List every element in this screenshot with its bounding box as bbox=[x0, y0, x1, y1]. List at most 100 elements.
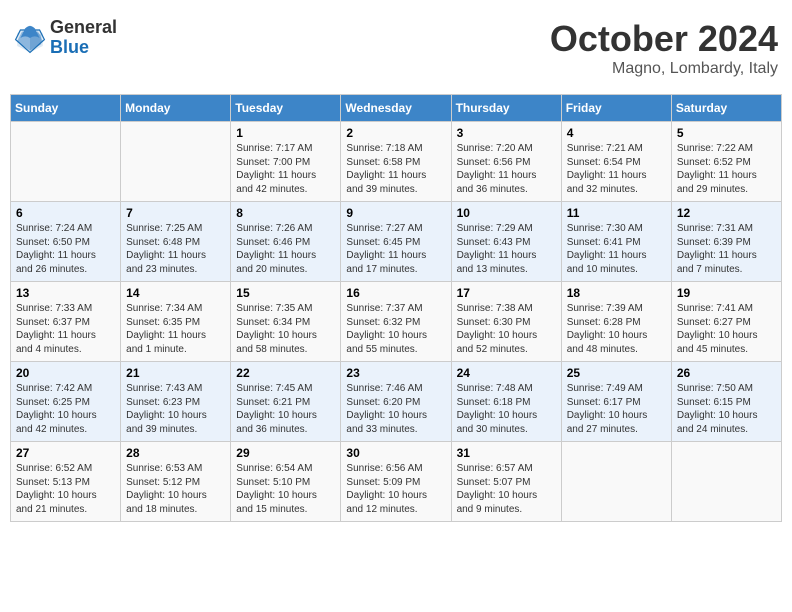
calendar-cell: 9Sunrise: 7:27 AMSunset: 6:45 PMDaylight… bbox=[341, 202, 451, 282]
day-number: 6 bbox=[16, 206, 115, 220]
day-header-thursday: Thursday bbox=[451, 95, 561, 122]
calendar-week-4: 20 Sunrise: 7:42 AMSunset: 6:25 PMDayligh… bbox=[11, 362, 782, 442]
day-number: 21 bbox=[126, 366, 225, 380]
day-header-wednesday: Wednesday bbox=[341, 95, 451, 122]
logo-blue: Blue bbox=[50, 38, 117, 58]
day-info: Sunrise: 7:50 AMSunset: 6:15 PMDaylight:… bbox=[677, 382, 776, 436]
day-header-sunday: Sunday bbox=[11, 95, 121, 122]
month-title: October 2024 bbox=[550, 18, 778, 60]
calendar-cell: 23 Sunrise: 7:46 AMSunset: 6:20 PMDayligh… bbox=[341, 362, 451, 442]
day-info: Sunrise: 7:20 AMSunset: 6:56 PMDaylight:… bbox=[457, 142, 556, 196]
calendar-cell: 30 Sunrise: 6:56 AMSunset: 5:09 PMDayligh… bbox=[341, 442, 451, 522]
day-number: 16 bbox=[346, 286, 445, 300]
day-info: Sunrise: 7:34 AMSunset: 6:35 PMDaylight:… bbox=[126, 302, 225, 356]
day-number: 27 bbox=[16, 446, 115, 460]
day-info: Sunrise: 7:39 AMSunset: 6:28 PMDaylight:… bbox=[567, 302, 666, 356]
calendar-cell: 24Sunrise: 7:48 AMSunset: 6:18 PMDayligh… bbox=[451, 362, 561, 442]
calendar-cell: 8Sunrise: 7:26 AMSunset: 6:46 PMDaylight… bbox=[231, 202, 341, 282]
day-number: 1 bbox=[236, 126, 335, 140]
day-header-monday: Monday bbox=[121, 95, 231, 122]
calendar-week-3: 13Sunrise: 7:33 AMSunset: 6:37 PMDayligh… bbox=[11, 282, 782, 362]
calendar-cell: 18Sunrise: 7:39 AMSunset: 6:28 PMDayligh… bbox=[561, 282, 671, 362]
day-number: 4 bbox=[567, 126, 666, 140]
calendar-cell: 12Sunrise: 7:31 AMSunset: 6:39 PMDayligh… bbox=[671, 202, 781, 282]
calendar-cell: 7 Sunrise: 7:25 AMSunset: 6:48 PMDaylight… bbox=[121, 202, 231, 282]
calendar-week-1: 1 Sunrise: 7:17 AMSunset: 7:00 PMDaylight… bbox=[11, 122, 782, 202]
calendar-cell: 13Sunrise: 7:33 AMSunset: 6:37 PMDayligh… bbox=[11, 282, 121, 362]
logo-text: General Blue bbox=[50, 18, 117, 58]
day-header-friday: Friday bbox=[561, 95, 671, 122]
location: Magno, Lombardy, Italy bbox=[550, 60, 778, 78]
day-info: Sunrise: 6:52 AMSunset: 5:13 PMDaylight:… bbox=[16, 462, 115, 516]
day-number: 25 bbox=[567, 366, 666, 380]
calendar-cell: 3 Sunrise: 7:20 AMSunset: 6:56 PMDaylight… bbox=[451, 122, 561, 202]
day-number: 28 bbox=[126, 446, 225, 460]
day-info: Sunrise: 7:18 AMSunset: 6:58 PMDaylight:… bbox=[346, 142, 445, 196]
calendar-cell: 17 Sunrise: 7:38 AMSunset: 6:30 PMDayligh… bbox=[451, 282, 561, 362]
calendar-cell: 5 Sunrise: 7:22 AMSunset: 6:52 PMDaylight… bbox=[671, 122, 781, 202]
calendar: SundayMondayTuesdayWednesdayThursdayFrid… bbox=[10, 94, 782, 522]
day-info: Sunrise: 6:57 AMSunset: 5:07 PMDaylight:… bbox=[457, 462, 556, 516]
day-info: Sunrise: 7:38 AMSunset: 6:30 PMDaylight:… bbox=[457, 302, 556, 356]
day-info: Sunrise: 7:25 AMSunset: 6:48 PMDaylight:… bbox=[126, 222, 225, 276]
calendar-cell bbox=[561, 442, 671, 522]
day-number: 24 bbox=[457, 366, 556, 380]
day-info: Sunrise: 7:27 AMSunset: 6:45 PMDaylight:… bbox=[346, 222, 445, 276]
day-info: Sunrise: 7:30 AMSunset: 6:41 PMDaylight:… bbox=[567, 222, 666, 276]
day-number: 11 bbox=[567, 206, 666, 220]
day-number: 23 bbox=[346, 366, 445, 380]
day-info: Sunrise: 7:42 AMSunset: 6:25 PMDaylight:… bbox=[16, 382, 115, 436]
calendar-cell bbox=[671, 442, 781, 522]
day-info: Sunrise: 6:53 AMSunset: 5:12 PMDaylight:… bbox=[126, 462, 225, 516]
day-number: 26 bbox=[677, 366, 776, 380]
calendar-cell: 2Sunrise: 7:18 AMSunset: 6:58 PMDaylight… bbox=[341, 122, 451, 202]
calendar-cell: 16 Sunrise: 7:37 AMSunset: 6:32 PMDayligh… bbox=[341, 282, 451, 362]
calendar-cell: 28 Sunrise: 6:53 AMSunset: 5:12 PMDayligh… bbox=[121, 442, 231, 522]
day-number: 17 bbox=[457, 286, 556, 300]
day-number: 15 bbox=[236, 286, 335, 300]
day-info: Sunrise: 7:24 AMSunset: 6:50 PMDaylight:… bbox=[16, 222, 115, 276]
day-info: Sunrise: 7:49 AMSunset: 6:17 PMDaylight:… bbox=[567, 382, 666, 436]
day-info: Sunrise: 7:29 AMSunset: 6:43 PMDaylight:… bbox=[457, 222, 556, 276]
calendar-cell: 31 Sunrise: 6:57 AMSunset: 5:07 PMDayligh… bbox=[451, 442, 561, 522]
day-number: 20 bbox=[16, 366, 115, 380]
day-number: 3 bbox=[457, 126, 556, 140]
day-number: 8 bbox=[236, 206, 335, 220]
title-section: October 2024 Magno, Lombardy, Italy bbox=[550, 18, 778, 78]
day-info: Sunrise: 7:41 AMSunset: 6:27 PMDaylight:… bbox=[677, 302, 776, 356]
day-info: Sunrise: 7:43 AMSunset: 6:23 PMDaylight:… bbox=[126, 382, 225, 436]
calendar-cell: 6 Sunrise: 7:24 AMSunset: 6:50 PMDaylight… bbox=[11, 202, 121, 282]
calendar-cell: 29Sunrise: 6:54 AMSunset: 5:10 PMDayligh… bbox=[231, 442, 341, 522]
logo-icon bbox=[14, 22, 46, 54]
day-info: Sunrise: 7:22 AMSunset: 6:52 PMDaylight:… bbox=[677, 142, 776, 196]
calendar-header-row: SundayMondayTuesdayWednesdayThursdayFrid… bbox=[11, 95, 782, 122]
calendar-cell: 14 Sunrise: 7:34 AMSunset: 6:35 PMDayligh… bbox=[121, 282, 231, 362]
day-number: 10 bbox=[457, 206, 556, 220]
day-number: 14 bbox=[126, 286, 225, 300]
calendar-cell: 25 Sunrise: 7:49 AMSunset: 6:17 PMDayligh… bbox=[561, 362, 671, 442]
day-number: 30 bbox=[346, 446, 445, 460]
day-info: Sunrise: 6:54 AMSunset: 5:10 PMDaylight:… bbox=[236, 462, 335, 516]
calendar-cell: 4 Sunrise: 7:21 AMSunset: 6:54 PMDaylight… bbox=[561, 122, 671, 202]
calendar-week-2: 6 Sunrise: 7:24 AMSunset: 6:50 PMDaylight… bbox=[11, 202, 782, 282]
day-info: Sunrise: 7:33 AMSunset: 6:37 PMDaylight:… bbox=[16, 302, 115, 356]
day-info: Sunrise: 7:17 AMSunset: 7:00 PMDaylight:… bbox=[236, 142, 335, 196]
day-header-saturday: Saturday bbox=[671, 95, 781, 122]
day-info: Sunrise: 7:21 AMSunset: 6:54 PMDaylight:… bbox=[567, 142, 666, 196]
calendar-cell: 11 Sunrise: 7:30 AMSunset: 6:41 PMDayligh… bbox=[561, 202, 671, 282]
calendar-cell bbox=[121, 122, 231, 202]
calendar-cell: 26 Sunrise: 7:50 AMSunset: 6:15 PMDayligh… bbox=[671, 362, 781, 442]
day-number: 31 bbox=[457, 446, 556, 460]
day-info: Sunrise: 7:45 AMSunset: 6:21 PMDaylight:… bbox=[236, 382, 335, 436]
day-number: 5 bbox=[677, 126, 776, 140]
calendar-cell: 15Sunrise: 7:35 AMSunset: 6:34 PMDayligh… bbox=[231, 282, 341, 362]
day-info: Sunrise: 6:56 AMSunset: 5:09 PMDaylight:… bbox=[346, 462, 445, 516]
day-info: Sunrise: 7:46 AMSunset: 6:20 PMDaylight:… bbox=[346, 382, 445, 436]
logo-general: General bbox=[50, 18, 117, 38]
day-info: Sunrise: 7:31 AMSunset: 6:39 PMDaylight:… bbox=[677, 222, 776, 276]
calendar-week-5: 27 Sunrise: 6:52 AMSunset: 5:13 PMDayligh… bbox=[11, 442, 782, 522]
calendar-cell bbox=[11, 122, 121, 202]
calendar-cell: 1 Sunrise: 7:17 AMSunset: 7:00 PMDaylight… bbox=[231, 122, 341, 202]
day-number: 7 bbox=[126, 206, 225, 220]
day-info: Sunrise: 7:37 AMSunset: 6:32 PMDaylight:… bbox=[346, 302, 445, 356]
